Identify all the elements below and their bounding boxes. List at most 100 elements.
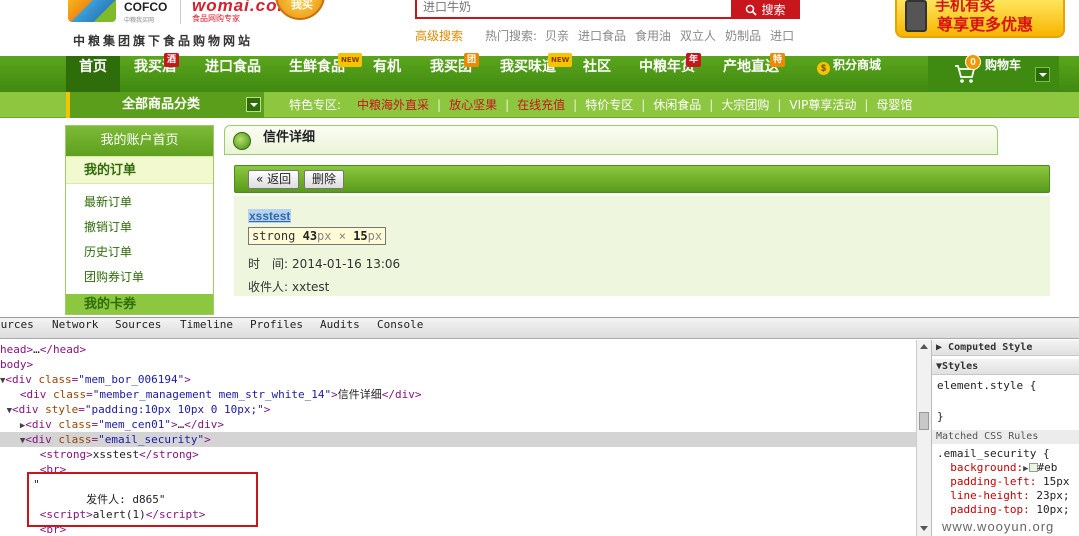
css-prop-name: padding-top: <box>950 503 1030 516</box>
highlight-annotation-box <box>27 472 258 527</box>
nav-tag-badge: 特 <box>770 53 786 67</box>
all-categories-button[interactable]: 全部商品分类 <box>66 92 264 118</box>
dom-line[interactable]: <strong>xsstest</strong> <box>0 447 916 462</box>
nav-item-newyear[interactable]: 中粮年货年 <box>630 53 704 92</box>
womai-badge-icon: 我买 <box>275 0 325 20</box>
feature-link[interactable]: 放心坚果 <box>449 92 497 118</box>
dom-line[interactable]: ▼<div style="padding:10px 10px 0 10px;"> <box>0 402 916 417</box>
site-slogan: 中粮集团旗下食品购物网站 <box>73 34 254 48</box>
element-style-rule[interactable]: element.style { <box>937 379 1036 393</box>
sidebar-item-cancelled-orders[interactable]: 撤销订单 <box>84 215 213 240</box>
search-button[interactable]: 搜索 <box>731 0 800 19</box>
css-prop-value: 23px; <box>1036 489 1070 502</box>
nav-item-fresh[interactable]: 生鲜食品 NEW <box>280 53 363 92</box>
hot-search-label: 热门搜索: <box>485 29 538 43</box>
nav-item-home[interactable]: 首页 <box>66 56 120 92</box>
feature-links: 中粮海外直采 | 放心坚果 | 在线充值 | 特价专区 | 休闲食品 | 大宗团购 | VI… <box>357 92 912 118</box>
scroll-down-icon[interactable] <box>920 526 928 531</box>
dom-tree-scrollbar[interactable] <box>916 340 931 536</box>
dom-line[interactable]: body> <box>0 357 916 372</box>
css-prop-name: padding-left: <box>950 475 1037 488</box>
hot-search-item[interactable]: 贝亲 <box>545 27 569 44</box>
nav-item-taste[interactable]: 我买味道 NEW <box>490 53 573 92</box>
cofco-logo-icon[interactable] <box>68 0 116 22</box>
account-home-link[interactable]: 我的账户首页 <box>66 126 213 156</box>
cart-dropdown-icon[interactable] <box>1035 67 1050 82</box>
main-nav: 首页 我买酒酒 进口食品 生鲜食品 NEW 有机 我买团团 我买味道 NEW 社区 … <box>0 53 1079 92</box>
css-prop-name: background: <box>950 461 1024 474</box>
css-property-row[interactable]: background:▶ #eb <box>937 461 1057 476</box>
separator: | <box>437 98 442 112</box>
letter-body: xsstest strong 43px × 15px 时 间: 2014-01-1… <box>234 196 1050 296</box>
phone-icon <box>905 0 927 32</box>
computed-style-label: Computed Style <box>948 342 1033 353</box>
nav-label: 进口食品 <box>205 59 261 75</box>
tooltip-unit: px <box>367 229 383 243</box>
search-input[interactable] <box>423 0 723 16</box>
cart-button[interactable]: 0 购物车 <box>928 54 1059 92</box>
delete-button[interactable]: 删除 <box>304 170 345 189</box>
css-property-row[interactable]: padding-top: 10px; <box>937 503 1069 517</box>
points-mall-link[interactable]: $ 积分商城 <box>817 56 881 92</box>
feature-link[interactable]: 特价专区 <box>585 92 633 118</box>
tab-audits[interactable]: Audits <box>320 318 360 331</box>
tab-profiles[interactable]: Profiles <box>250 318 303 331</box>
nav-item-wine[interactable]: 我买酒酒 <box>124 53 186 92</box>
sidebar-item-latest-orders[interactable]: 最新订单 <box>84 190 213 215</box>
sidebar-section-cards[interactable]: 我的卡券 <box>66 294 213 314</box>
nav-item-organic[interactable]: 有机 <box>362 56 412 92</box>
back-button[interactable]: « 返回 <box>248 170 300 189</box>
feature-link[interactable]: 休闲食品 <box>653 92 701 118</box>
css-property-row[interactable]: padding-left: 15px <box>937 475 1069 489</box>
feature-link[interactable]: 大宗团购 <box>721 92 769 118</box>
feature-link[interactable]: 中粮海外直采 <box>357 92 429 118</box>
styles-header[interactable]: ▼Styles <box>932 359 1079 375</box>
separator: | <box>864 98 869 112</box>
advanced-search-link[interactable]: 高级搜索 <box>415 27 463 44</box>
scroll-thumb[interactable] <box>919 412 929 430</box>
dom-line[interactable]: head>…</head> <box>0 342 916 357</box>
mobile-promo-banner[interactable]: 手机有奖 尊享更多优惠 <box>895 0 1065 38</box>
sidebar-section-orders[interactable]: 我的订单 <box>66 156 213 184</box>
nav-item-imported[interactable]: 进口食品 <box>196 56 270 92</box>
tab-console[interactable]: Console <box>377 318 423 331</box>
separator: | <box>709 98 714 112</box>
sidebar-item-history-orders[interactable]: 历史订单 <box>84 240 213 265</box>
tab-sources[interactable]: Sources <box>115 318 161 331</box>
css-selector[interactable]: .email_security { <box>937 447 1050 461</box>
nav-item-origin[interactable]: 产地直送特 <box>714 53 788 92</box>
feature-link[interactable]: VIP尊享活动 <box>789 92 856 118</box>
tooltip-width: 43 <box>302 229 318 243</box>
dom-line-selected[interactable]: ▼<div class="email_security"> <box>0 432 916 447</box>
hot-search-item[interactable]: 双立人 <box>680 27 716 44</box>
hot-search-item[interactable]: 进口 <box>770 27 794 44</box>
separator: | <box>641 98 646 112</box>
tab-timeline[interactable]: Timeline <box>180 318 233 331</box>
computed-style-header[interactable]: ▶ Computed Style <box>932 340 1079 356</box>
tab-network[interactable]: Network <box>52 318 98 331</box>
color-swatch-icon[interactable] <box>1028 463 1038 472</box>
search-box <box>415 0 733 19</box>
feature-link[interactable]: 在线充值 <box>517 92 565 118</box>
nav-item-community[interactable]: 社区 <box>574 56 620 92</box>
dom-line[interactable]: <div class="member_management mem_str_wh… <box>0 387 916 402</box>
sidebar-item-group-voucher-orders[interactable]: 团购券订单 <box>84 265 213 290</box>
letter-recipient-row: 收件人: xxtest <box>248 278 329 295</box>
hot-search-item[interactable]: 食用油 <box>635 27 671 44</box>
separator: | <box>777 98 782 112</box>
search-button-label: 搜索 <box>761 3 786 17</box>
css-property-row[interactable]: line-height: 23px; <box>937 489 1069 503</box>
devtools-tabbar: ources Network Sources Timeline Profiles… <box>0 317 1079 339</box>
cofco-logo-text[interactable]: COFCO <box>124 0 167 14</box>
tab-resources[interactable]: ources <box>0 318 34 331</box>
dom-line[interactable]: ▶<div class="mem_cen01">…</div> <box>0 417 916 432</box>
cofco-logo-subtext: 中粮我买网 <box>124 17 155 24</box>
dom-line[interactable]: ▼<div class="mem_bor_006194"> <box>0 372 916 387</box>
nav-item-group[interactable]: 我买团团 <box>420 53 482 92</box>
sub-nav: 全部商品分类 特色专区: 中粮海外直采 | 放心坚果 | 在线充值 | 特价专区 | 休… <box>0 92 1079 118</box>
hot-search-item[interactable]: 奶制品 <box>725 27 761 44</box>
badge-text: 我买 <box>291 0 313 11</box>
hot-search-item[interactable]: 进口食品 <box>578 27 626 44</box>
feature-link[interactable]: 母婴馆 <box>876 92 912 118</box>
scroll-up-icon[interactable] <box>920 344 928 349</box>
